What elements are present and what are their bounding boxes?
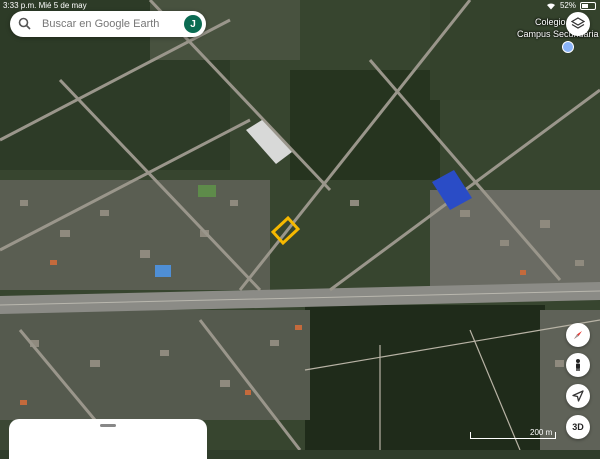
status-indicators: 52% [546,1,596,10]
search-bar[interactable]: Buscar en Google Earth J [10,11,206,37]
view-3d-button[interactable]: 3D [566,415,590,439]
my-location-button[interactable] [566,384,590,408]
satellite-map[interactable] [0,0,600,450]
layers-icon [571,17,585,29]
pegman-icon [576,359,580,371]
status-time-text: 3:33 p.m. [3,1,37,10]
battery-icon [580,1,596,10]
battery-percent: 52% [559,1,576,10]
map-label-colegio: Colegio [535,17,566,27]
layers-button[interactable] [566,12,590,36]
status-time: 3:33 p.m. Mié 5 de may [3,1,87,10]
street-view-button[interactable] [566,353,590,377]
navigation-arrow-icon [572,390,584,402]
sheet-grabber-handle[interactable] [100,424,116,427]
search-input[interactable]: Buscar en Google Earth [42,18,184,30]
wifi-icon [546,2,555,10]
compass-icon [574,331,582,339]
status-date-text: Mié 5 de may [38,1,87,10]
search-icon[interactable] [16,15,34,33]
bottom-sheet[interactable] [9,419,207,459]
place-pin-icon[interactable] [562,41,574,53]
compass-button[interactable] [566,323,590,347]
avatar[interactable]: J [184,15,202,33]
scale-label: 200 m [530,428,553,437]
